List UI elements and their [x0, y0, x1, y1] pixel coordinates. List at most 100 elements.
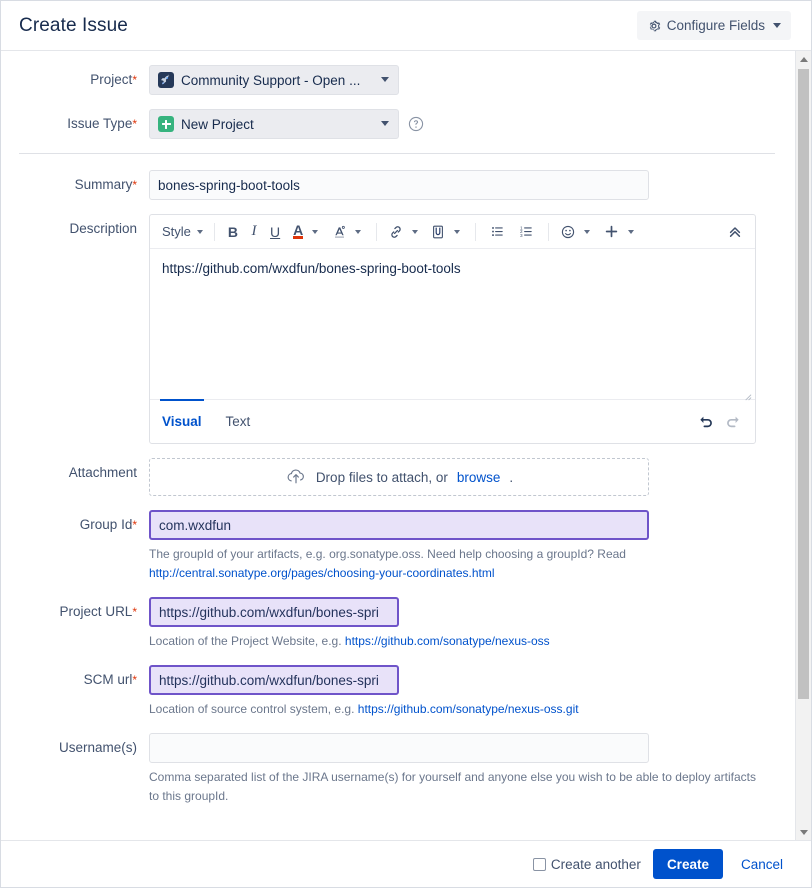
usernames-input[interactable]	[149, 733, 649, 763]
project-select[interactable]: Community Support - Open ...	[149, 65, 399, 95]
configure-fields-button[interactable]: Configure Fields	[636, 11, 791, 40]
double-chevron-up-icon[interactable]	[723, 220, 747, 244]
summary-label-text: Summary	[74, 177, 133, 192]
page-title: Create Issue	[19, 14, 128, 36]
attachment-dropzone[interactable]: Drop files to attach, or browse.	[149, 458, 649, 496]
required-marker: *	[132, 117, 137, 131]
project-value: Community Support - Open ...	[181, 72, 361, 88]
scm-url-hint-link[interactable]: https://github.com/sonatype/nexus-oss.gi…	[358, 702, 579, 716]
plus-icon[interactable]	[598, 220, 621, 244]
chevron-down-icon	[196, 229, 203, 234]
style-dropdown[interactable]: Style	[160, 220, 207, 244]
summary-input[interactable]	[149, 170, 649, 200]
gear-icon	[647, 19, 661, 33]
description-textarea[interactable]: https://github.com/wxdfun/bones-spring-b…	[150, 249, 755, 401]
project-url-label-text: Project URL	[59, 604, 133, 619]
link-caret[interactable]	[406, 220, 426, 244]
field-row-usernames: Username(s) Comma separated list of the …	[1, 733, 795, 806]
text-highlight-button[interactable]	[326, 220, 349, 244]
triangle-up-icon	[799, 56, 808, 62]
field-row-project-url: Project URL* Location of the Project Web…	[1, 597, 795, 651]
group-id-input[interactable]	[149, 510, 649, 540]
vertical-scrollbar[interactable]	[795, 51, 811, 840]
dialog-header: Create Issue Configure Fields	[1, 1, 811, 51]
required-marker: *	[132, 518, 137, 532]
dialog-footer: Create another Create Cancel	[1, 840, 811, 887]
description-label: Description	[69, 221, 137, 236]
redo-icon[interactable]	[719, 410, 745, 434]
project-url-input[interactable]	[149, 597, 399, 627]
resize-grip[interactable]	[743, 387, 752, 401]
configure-fields-label: Configure Fields	[666, 18, 765, 33]
tab-visual[interactable]: Visual	[150, 399, 214, 443]
scroll-down-arrow[interactable]	[796, 824, 811, 840]
attachment-caret[interactable]	[448, 220, 468, 244]
attachment-browse-link[interactable]: browse	[457, 470, 501, 485]
checkbox-box[interactable]	[532, 857, 546, 871]
issue-type-label-text: Issue Type	[67, 116, 133, 131]
issue-type-label: Issue Type*	[1, 109, 149, 133]
link-icon[interactable]	[384, 220, 406, 244]
dialog-body: Project* Community Support - Open ... Is…	[1, 51, 811, 840]
text-color-caret[interactable]	[306, 220, 326, 244]
attachment-label: Attachment	[68, 465, 137, 480]
chevron-down-icon	[454, 229, 461, 234]
style-label: Style	[162, 224, 191, 239]
project-url-hint-link[interactable]: https://github.com/sonatype/nexus-oss	[345, 634, 550, 648]
project-label: Project*	[1, 65, 149, 89]
chevron-down-icon	[584, 229, 591, 234]
project-label-text: Project	[90, 72, 133, 87]
triangle-down-icon	[799, 829, 808, 835]
field-row-project: Project* Community Support - Open ...	[1, 65, 795, 95]
bold-button[interactable]: B	[222, 220, 244, 244]
issue-type-select[interactable]: New Project	[149, 109, 399, 139]
undo-icon[interactable]	[693, 410, 719, 434]
group-id-hint-link[interactable]: http://central.sonatype.org/pages/choosi…	[149, 566, 495, 580]
usernames-label: Username(s)	[58, 740, 137, 755]
cancel-button[interactable]: Cancel	[735, 856, 789, 873]
cloud-upload-icon	[285, 467, 307, 488]
emoji-icon[interactable]	[556, 220, 578, 244]
insert-caret[interactable]	[621, 220, 641, 244]
question-circle-icon[interactable]	[408, 116, 424, 132]
toolbar-separator	[475, 222, 477, 241]
tab-text[interactable]: Text	[214, 400, 263, 443]
editor-toolbar: Style B I U A 1 2 3	[150, 215, 755, 249]
emoji-caret[interactable]	[578, 220, 598, 244]
group-id-control: The groupId of your artifacts, e.g. org.…	[149, 510, 795, 583]
attachment-period: .	[509, 469, 514, 485]
field-row-group-id: Group Id* The groupId of your artifacts,…	[1, 510, 795, 583]
project-control: Community Support - Open ...	[149, 65, 795, 95]
chevron-down-icon	[773, 23, 781, 28]
field-row-scm-url: SCM url* Location of source control syst…	[1, 665, 795, 719]
form-scroll-area: Project* Community Support - Open ... Is…	[1, 51, 795, 840]
text-color-button[interactable]: A	[286, 220, 306, 244]
create-issue-dialog: Create Issue Configure Fields Project* C…	[0, 0, 812, 888]
scm-url-hint: Location of source control system, e.g. …	[149, 700, 759, 719]
create-another-checkbox[interactable]: Create another	[532, 856, 641, 872]
editor-footer: Visual Text	[150, 399, 755, 443]
scrollbar-thumb[interactable]	[798, 69, 809, 699]
summary-control	[149, 170, 795, 200]
paperclip-icon[interactable]	[426, 220, 448, 244]
text-highlight-caret[interactable]	[349, 220, 369, 244]
toolbar-separator	[376, 222, 378, 241]
section-divider	[19, 153, 775, 154]
underline-button[interactable]: U	[264, 220, 286, 244]
scm-url-input[interactable]	[149, 665, 399, 695]
scm-url-hint-text: Location of source control system, e.g.	[149, 702, 355, 716]
usernames-hint: Comma separated list of the JIRA usernam…	[149, 770, 756, 803]
project-url-hint: Location of the Project Website, e.g. ht…	[149, 632, 759, 651]
issue-type-control: New Project	[149, 109, 795, 139]
field-row-issue-type: Issue Type* New Project	[1, 109, 795, 139]
bullet-list-icon[interactable]	[483, 220, 512, 244]
required-marker: *	[132, 178, 137, 192]
summary-label: Summary*	[1, 170, 149, 194]
scroll-up-arrow[interactable]	[796, 51, 811, 67]
italic-button[interactable]: I	[244, 220, 264, 244]
numbered-list-icon[interactable]: 1 2 3	[512, 220, 541, 244]
scm-url-label: SCM url*	[1, 665, 149, 689]
create-button[interactable]: Create	[652, 849, 723, 879]
create-another-label: Create another	[550, 856, 641, 872]
description-body-text: https://github.com/wxdfun/bones-spring-b…	[162, 261, 461, 276]
